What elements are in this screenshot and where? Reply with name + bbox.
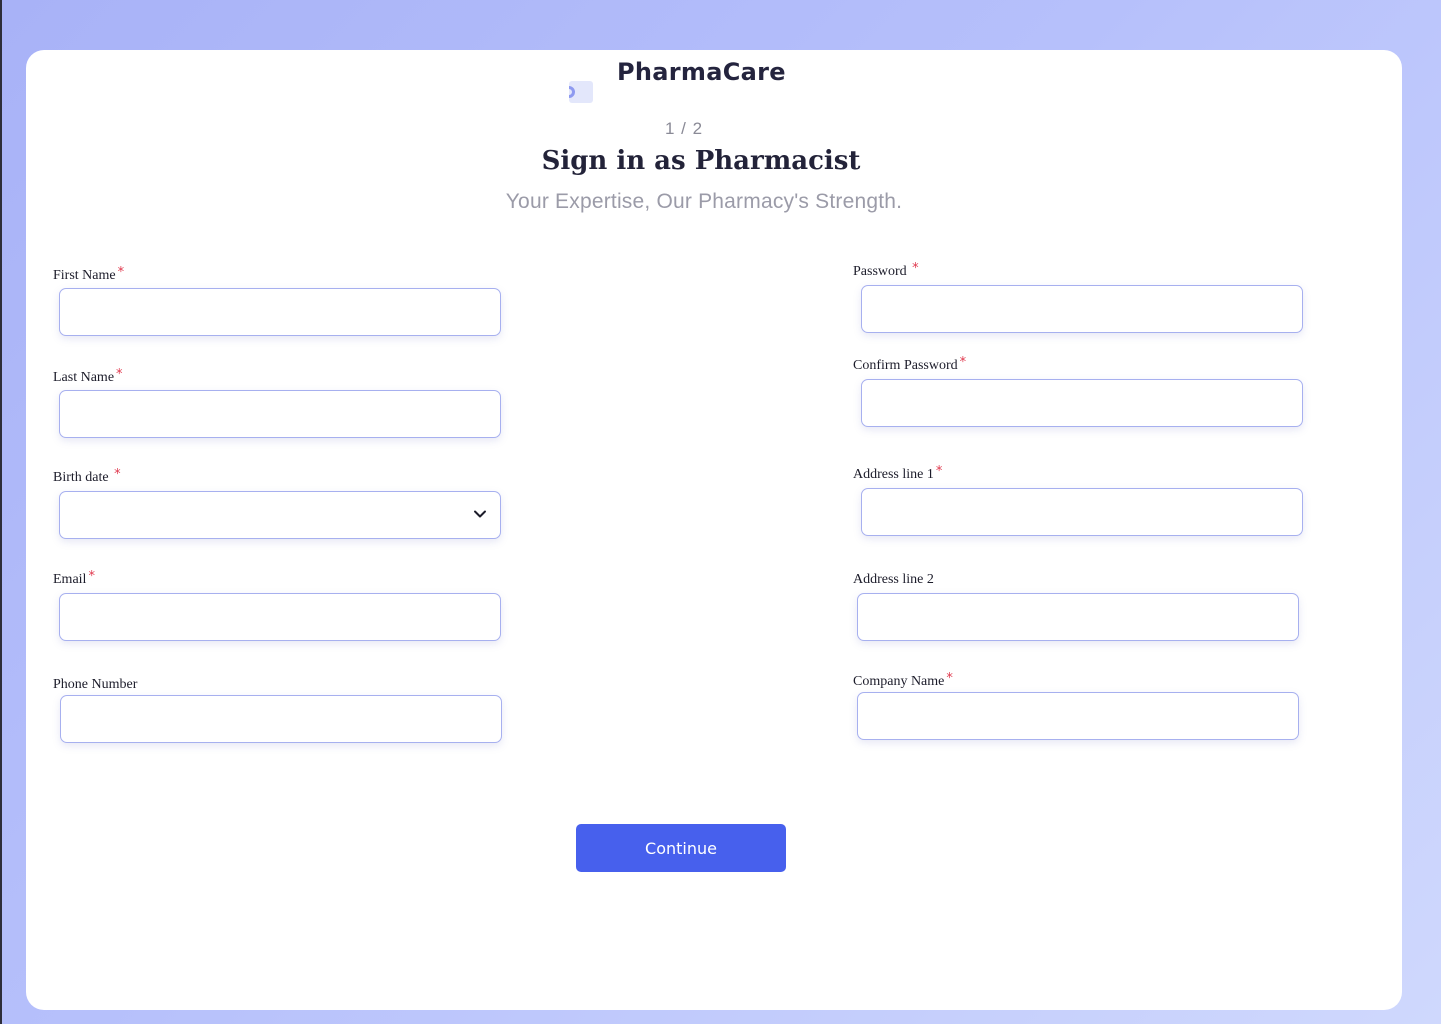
- password-input[interactable]: [861, 285, 1303, 333]
- continue-button[interactable]: Continue: [576, 824, 786, 872]
- step-indicator: 1 / 2: [664, 119, 704, 138]
- company-name-input[interactable]: [857, 692, 1299, 740]
- required-marker: *: [117, 265, 125, 280]
- required-marker: *: [116, 367, 123, 382]
- chevron-down-icon: [474, 510, 486, 518]
- window-edge: [0, 0, 2, 1024]
- phone-input[interactable]: [60, 695, 502, 743]
- last-name-input[interactable]: [59, 390, 501, 438]
- first-name-label: First Name *: [53, 265, 125, 284]
- first-name-input[interactable]: [59, 288, 501, 336]
- email-label: Email *: [53, 569, 95, 588]
- required-marker: *: [114, 467, 121, 482]
- company-name-label-text: Company Name: [853, 674, 945, 689]
- confirm-password-input[interactable]: [861, 379, 1303, 427]
- address-line-2-label: Address line 2: [853, 572, 934, 587]
- address-line-2-input[interactable]: [857, 593, 1299, 641]
- required-marker: *: [959, 355, 967, 370]
- required-marker: *: [88, 569, 95, 584]
- required-marker: *: [946, 671, 953, 686]
- birth-date-label: Birth date *: [53, 467, 121, 486]
- required-marker: *: [935, 464, 943, 479]
- company-name-label: Company Name *: [853, 671, 953, 690]
- last-name-label: Last Name *: [53, 367, 123, 386]
- pill-logo-icon: [569, 81, 593, 103]
- password-label-text: Password: [853, 264, 907, 279]
- page-subtitle: Your Expertise, Our Pharmacy's Strength.: [505, 190, 903, 213]
- confirm-password-label-text: Confirm Password: [853, 358, 958, 373]
- password-label: Password *: [853, 261, 919, 280]
- address-line-1-label: Address line 1 *: [853, 464, 943, 483]
- required-marker: *: [912, 261, 919, 276]
- first-name-label-text: First Name: [53, 268, 116, 283]
- address-line-1-label-text: Address line 1: [853, 467, 934, 482]
- brand-name: PharmaCare: [617, 58, 786, 86]
- confirm-password-label: Confirm Password *: [853, 355, 967, 374]
- signup-card: PharmaCare 1 / 2 Sign in as Pharmacist Y…: [26, 50, 1402, 1010]
- email-label-text: Email: [53, 572, 87, 587]
- email-input[interactable]: [59, 593, 501, 641]
- address-line-1-input[interactable]: [861, 488, 1303, 536]
- birth-date-label-text: Birth date: [53, 470, 109, 485]
- phone-label: Phone Number: [53, 677, 138, 692]
- birth-date-select[interactable]: [59, 491, 501, 539]
- last-name-label-text: Last Name: [53, 370, 115, 385]
- page-title: Sign in as Pharmacist: [541, 146, 861, 176]
